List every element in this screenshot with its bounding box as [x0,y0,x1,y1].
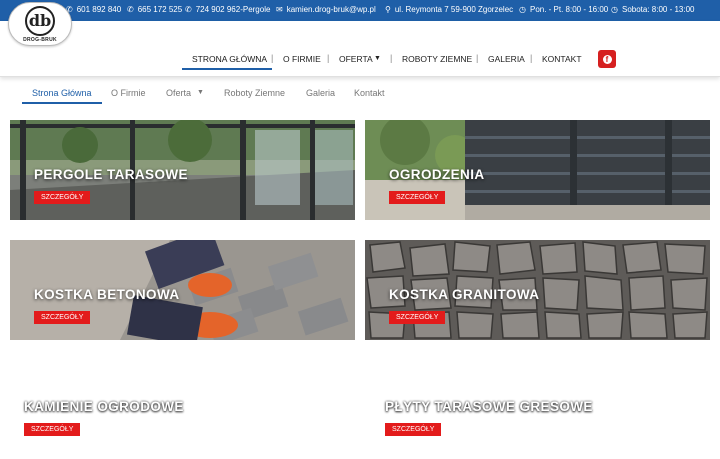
details-button[interactable]: SZCZEGÓŁY [34,191,91,204]
email-text: kamien.drog-bruk@wp.pl [286,5,376,14]
address-text: ul. Reymonta 7 59-900 Zgorzelec [394,5,514,14]
clock-icon: ◷ [611,4,618,14]
card-kostka-betonowa[interactable]: KOSTKA BETONOWA SZCZEGÓŁY [10,240,355,340]
main-navigation: STRONA GŁÓWNA | O FIRMIE | OFERTA ▼ | RO… [0,21,720,77]
clock-icon: ◷ [519,4,526,14]
details-button[interactable]: SZCZEGÓŁY [34,311,91,324]
location-pin-icon: ⚲ [385,4,391,14]
secondary-navigation: Strona Główna O Firmie Oferta ▼ Roboty Z… [0,78,720,108]
card-title: KOSTKA GRANITOWA [389,287,540,302]
nav-oferta[interactable]: OFERTA [339,54,373,64]
subnav-kontakt[interactable]: Kontakt [354,88,385,98]
nav-separator: | [476,53,479,63]
nav-o-firmie[interactable]: O FIRMIE [283,54,321,64]
phone-icon: ✆ [127,4,134,14]
nav-kontakt[interactable]: KONTAKT [542,54,582,64]
saturday-hours-text: Sobota: 8:00 - 13:00 [621,5,695,14]
subnav-active-indicator [22,102,102,104]
subnav-roboty-ziemne[interactable]: Roboty Ziemne [224,88,285,98]
nav-separator: | [271,53,274,63]
logo-name: DROG-BRUK [23,36,57,43]
nav-galeria[interactable]: GALERIA [488,54,525,64]
phone-2-text: 665 172 525 [137,5,183,14]
nav-separator: | [390,53,393,63]
details-button[interactable]: SZCZEGÓŁY [24,423,81,436]
card-title: KAMIENIE OGRODOWE [24,399,184,414]
card-pergole-tarasowe[interactable]: PERGOLE TARASOWE SZCZEGÓŁY [10,120,355,220]
subnav-oferta[interactable]: Oferta [166,88,191,98]
subnav-o-firmie[interactable]: O Firmie [111,88,146,98]
facebook-icon: f [602,54,612,64]
phone-2[interactable]: ✆ 665 172 525 [127,5,182,14]
nav-separator: | [327,53,330,63]
saturday-hours: ◷ Sobota: 8:00 - 13:00 [611,5,694,14]
card-title: PŁYTY TARASOWE GRESOWE [385,399,593,414]
facebook-button[interactable]: f [598,50,616,68]
subnav-strona-glowna[interactable]: Strona Główna [32,88,92,98]
nav-separator: | [530,53,533,63]
logo-mark: db [25,5,55,36]
phone-1[interactable]: ✆ 601 892 840 [66,5,121,14]
nav-active-indicator [182,68,272,70]
nav-roboty-ziemne[interactable]: ROBOTY ZIEMNE [402,54,472,64]
phone-3[interactable]: ✆ 724 902 962-Pergole [185,5,270,14]
phone-icon: ✆ [185,4,192,14]
details-button[interactable]: SZCZEGÓŁY [389,311,446,324]
address: ⚲ ul. Reymonta 7 59-900 Zgorzelec [385,5,513,14]
card-kamienie-ogrodowe[interactable]: KAMIENIE OGRODOWE SZCZEGÓŁY [24,399,369,459]
card-title: PERGOLE TARASOWE [34,167,188,182]
card-plyty-tarasowe-gresowe[interactable]: PŁYTY TARASOWE GRESOWE SZCZEGÓŁY [385,399,720,459]
card-title: OGRODZENIA [389,167,485,182]
contact-topbar: ✆ 601 892 840 ✆ 665 172 525 ✆ 724 902 96… [0,0,720,21]
weekday-hours: ◷ Pon. - Pt. 8:00 - 16:00 [519,5,608,14]
nav-strona-glowna[interactable]: STRONA GŁÓWNA [192,54,267,64]
site-logo[interactable]: db DROG-BRUK [8,2,72,46]
email-link[interactable]: ✉ kamien.drog-bruk@wp.pl [276,5,376,14]
subnav-galeria[interactable]: Galeria [306,88,335,98]
chevron-down-icon[interactable]: ▼ [197,89,204,96]
phone-3-text: 724 902 962-Pergole [195,5,271,14]
envelope-icon: ✉ [276,4,283,14]
card-title: KOSTKA BETONOWA [34,287,180,302]
card-kostka-granitowa[interactable]: KOSTKA GRANITOWA SZCZEGÓŁY [365,240,710,340]
weekday-hours-text: Pon. - Pt. 8:00 - 16:00 [529,5,609,14]
details-button[interactable]: SZCZEGÓŁY [385,423,442,436]
chevron-down-icon[interactable]: ▼ [374,55,381,62]
phone-1-text: 601 892 840 [76,5,122,14]
details-button[interactable]: SZCZEGÓŁY [389,191,446,204]
card-ogrodzenia[interactable]: OGRODZENIA SZCZEGÓŁY [365,120,710,220]
